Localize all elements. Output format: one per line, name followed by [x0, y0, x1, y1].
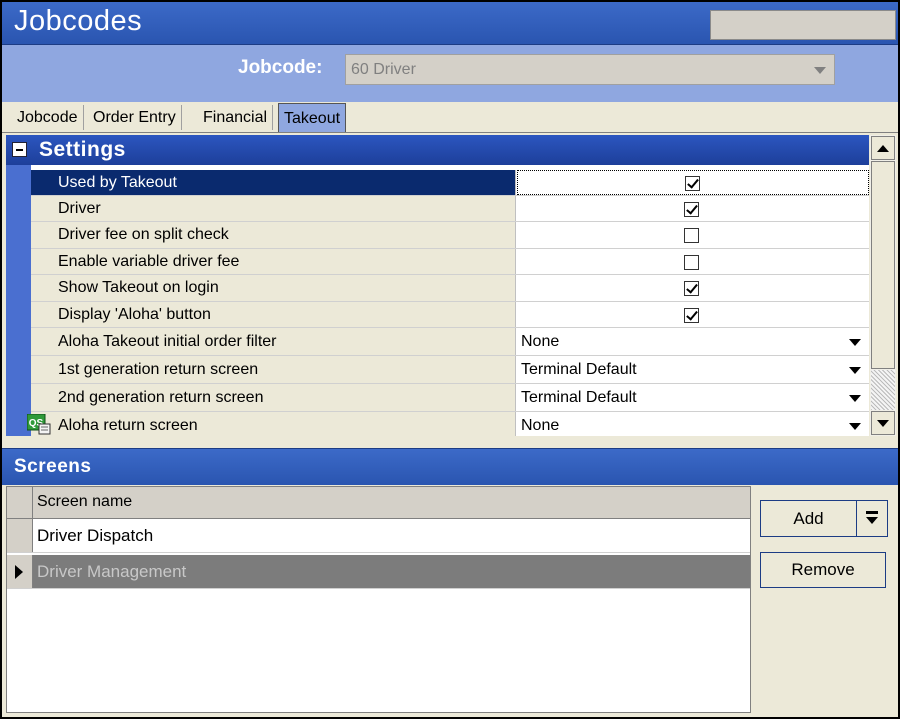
setting-row-2nd-gen-return-screen[interactable]: 2nd generation return screen Terminal De… — [31, 384, 869, 412]
setting-row-variable-driver-fee[interactable]: Enable variable driver fee — [31, 249, 869, 275]
dropdown-value: Terminal Default — [521, 360, 637, 378]
settings-property-grid: Settings Used by Takeout Driver Driver f… — [6, 135, 869, 436]
setting-label: Show Takeout on login — [31, 275, 516, 301]
checkbox[interactable] — [684, 281, 699, 296]
list-item[interactable]: Driver Dispatch — [7, 519, 750, 553]
add-button[interactable]: Add — [760, 500, 857, 537]
scroll-thumb[interactable] — [871, 161, 895, 369]
screens-section-header: Screens — [2, 448, 898, 485]
setting-value-dropdown[interactable]: Terminal Default — [517, 384, 869, 411]
setting-value-dropdown[interactable]: None — [517, 412, 869, 436]
bar-icon — [866, 511, 878, 514]
setting-row-driver[interactable]: Driver — [31, 196, 869, 222]
tab-jobcode[interactable]: Jobcode — [12, 105, 84, 130]
setting-row-show-takeout-login[interactable]: Show Takeout on login — [31, 275, 869, 302]
setting-value[interactable] — [517, 275, 869, 301]
title-field — [710, 10, 896, 40]
settings-group-header[interactable]: Settings — [6, 135, 869, 165]
chevron-down-icon[interactable] — [814, 67, 826, 74]
setting-label: Display 'Aloha' button — [31, 302, 516, 327]
scroll-up-button[interactable] — [871, 136, 895, 160]
setting-label: Enable variable driver fee — [31, 249, 516, 274]
chevron-down-icon[interactable] — [849, 366, 861, 374]
setting-label: Driver — [31, 196, 516, 221]
grid-left-margin — [6, 135, 31, 436]
setting-value[interactable] — [517, 170, 869, 195]
setting-value[interactable] — [517, 249, 869, 274]
setting-value-dropdown[interactable]: Terminal Default — [517, 356, 869, 383]
title-bar: Jobcodes — [2, 2, 898, 45]
dropdown-value: None — [521, 332, 560, 350]
checkbox[interactable] — [685, 175, 700, 191]
chevron-down-icon[interactable] — [849, 422, 861, 430]
setting-value-dropdown[interactable]: None — [517, 328, 869, 355]
checkbox[interactable] — [684, 228, 699, 243]
setting-row-initial-order-filter[interactable]: Aloha Takeout initial order filter None — [31, 328, 869, 356]
chevron-down-icon[interactable] — [849, 394, 861, 402]
screens-list: Screen name Driver Dispatch Driver Manag… — [6, 486, 751, 713]
screen-name: Driver Dispatch — [37, 526, 154, 545]
setting-label: QS Aloha return screen — [27, 412, 516, 436]
scroll-down-button[interactable] — [871, 411, 895, 435]
dropdown-value: Terminal Default — [521, 388, 637, 406]
row-header-corner — [7, 487, 33, 518]
jobcode-label: Jobcode: — [238, 57, 323, 78]
remove-button[interactable]: Remove — [760, 552, 886, 588]
row-pointer-icon — [15, 565, 23, 579]
setting-value[interactable] — [517, 302, 869, 327]
row-header[interactable] — [7, 555, 33, 588]
chevron-down-icon — [866, 517, 878, 524]
setting-label: Used by Takeout — [31, 170, 516, 195]
tab-takeout[interactable]: Takeout — [278, 103, 347, 132]
checkbox[interactable] — [684, 254, 699, 270]
setting-row-aloha-return-screen[interactable]: QS Aloha return screen None — [27, 412, 869, 436]
jobcode-value: 60 Driver — [351, 61, 416, 78]
list-item[interactable]: Driver Management — [7, 555, 750, 589]
tab-order-entry[interactable]: Order Entry — [88, 105, 182, 130]
setting-row-used-by-takeout[interactable]: Used by Takeout — [31, 170, 869, 196]
add-dropdown-button[interactable] — [856, 500, 888, 537]
screen-name: Driver Management — [37, 562, 187, 581]
setting-value[interactable] — [517, 196, 869, 221]
setting-row-driver-fee-split-check[interactable]: Driver fee on split check — [31, 222, 869, 249]
chevron-down-icon[interactable] — [849, 338, 861, 346]
dropdown-value: None — [521, 416, 560, 434]
column-header-screen-name[interactable]: Screen name — [37, 493, 132, 511]
checkbox[interactable] — [684, 201, 699, 217]
jobcode-dropdown[interactable]: 60 Driver — [345, 54, 835, 85]
screens-header-label: Screens — [14, 456, 92, 477]
scroll-track[interactable] — [871, 370, 895, 410]
setting-label: Aloha Takeout initial order filter — [31, 328, 516, 355]
screens-list-header: Screen name — [7, 487, 750, 519]
collapse-icon[interactable] — [12, 142, 27, 157]
arrow-up-icon — [877, 145, 889, 152]
setting-label: Driver fee on split check — [31, 222, 516, 248]
setting-row-display-aloha-button[interactable]: Display 'Aloha' button — [31, 302, 869, 328]
setting-label-text: Aloha return screen — [58, 416, 198, 434]
settings-header-label: Settings — [39, 138, 126, 161]
window-title: Jobcodes — [14, 5, 143, 37]
setting-value[interactable] — [517, 222, 869, 248]
settings-scrollbar[interactable] — [870, 135, 896, 436]
setting-row-1st-gen-return-screen[interactable]: 1st generation return screen Terminal De… — [31, 356, 869, 384]
tab-strip: Jobcode Order Entry Financial Takeout — [2, 102, 898, 133]
checkbox[interactable] — [684, 307, 699, 323]
jobcode-selector-band: Jobcode: 60 Driver — [2, 45, 898, 103]
qs-icon: QS — [27, 414, 51, 435]
row-header[interactable] — [7, 519, 33, 552]
arrow-down-icon — [877, 420, 889, 427]
setting-label: 2nd generation return screen — [31, 384, 516, 411]
jobcodes-window: Jobcodes Jobcode: 60 Driver Jobcode Orde… — [2, 2, 898, 717]
setting-label: 1st generation return screen — [31, 356, 516, 383]
tab-financial[interactable]: Financial — [198, 105, 274, 130]
